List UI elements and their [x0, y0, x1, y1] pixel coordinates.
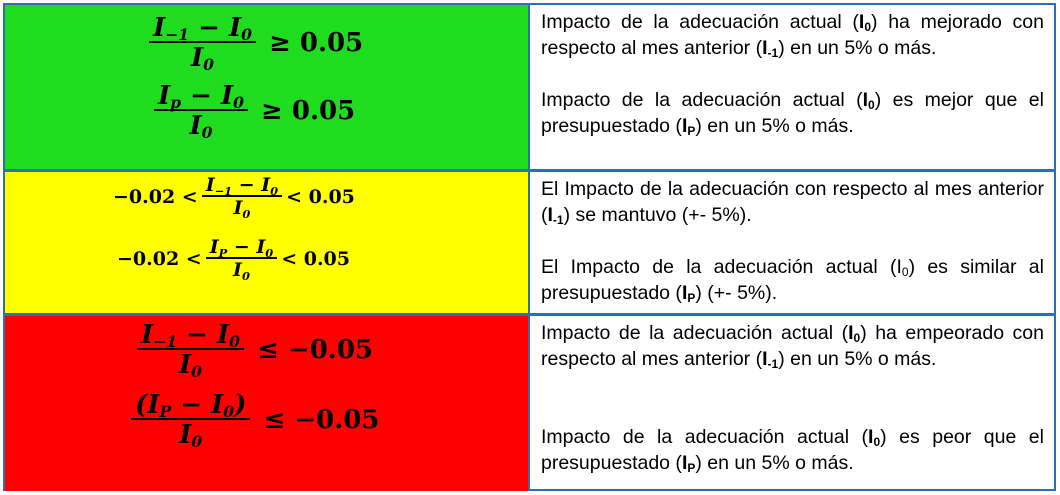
description-previous-month: Impacto de la adecuación actual (I0) ha … — [541, 11, 1044, 60]
formula-improved-vs-budget: Ip − I0 I0 ≥ 0.05 — [150, 83, 356, 140]
relation: ≥ 0.05 — [260, 28, 364, 58]
formula-cell-green: I−1 − I0 I0 ≥ 0.05 Ip − I0 I0 ≥ 0.05 — [5, 5, 530, 169]
formula-cell-yellow: −0.02 < I−1 − I0 I0 < 0.05 −0.02 < IP − … — [5, 172, 530, 313]
formula-stable-vs-previous: −0.02 < I−1 − I0 I0 < 0.05 — [113, 174, 355, 221]
description-budget: Impacto de la adecuación actual (I0) es … — [541, 89, 1044, 138]
description-cell: El Impacto de la adecuación con respecto… — [533, 172, 1054, 313]
table-row-worsened: I−1 − I0 I0 ≤ −0.05 (IP − I0) I0 ≤ −0.05… — [5, 316, 1054, 491]
fraction: I−1 − I0 I0 — [201, 176, 283, 220]
fraction: I−1 − I0 I0 — [149, 15, 257, 72]
description-previous-month: Impacto de la adecuación actual (I0) ha … — [541, 322, 1044, 371]
relation: ≤ −0.05 — [254, 405, 380, 435]
description-budget: El Impacto de la adecuación actual (I0) … — [541, 256, 1044, 305]
description-budget: Impacto de la adecuación actual (I0) es … — [541, 426, 1044, 475]
description-cell: Impacto de la adecuación actual (I0) ha … — [533, 316, 1054, 491]
formula-worsened-vs-previous: I−1 − I0 I0 ≤ −0.05 — [133, 322, 374, 379]
formula-worsened-vs-budget: (IP − I0) I0 ≤ −0.05 — [127, 392, 380, 449]
fraction: I−1 − I0 I0 — [137, 322, 245, 379]
relation: ≥ 0.05 — [252, 96, 356, 126]
table-row-stable: −0.02 < I−1 − I0 I0 < 0.05 −0.02 < IP − … — [5, 172, 1054, 313]
description-cell: Impacto de la adecuación actual (I0) ha … — [533, 5, 1054, 169]
fraction: (IP − I0) I0 — [131, 392, 251, 449]
fraction: Ip − I0 I0 — [154, 83, 248, 140]
table-row-improved: I−1 − I0 I0 ≥ 0.05 Ip − I0 I0 ≥ 0.05 Imp… — [5, 5, 1054, 169]
formula-stable-vs-budget: −0.02 < IP − I0 I0 < 0.05 — [117, 236, 350, 283]
formula-cell-red: I−1 − I0 I0 ≤ −0.05 (IP − I0) I0 ≤ −0.05 — [5, 316, 530, 491]
description-previous-month: El Impacto de la adecuación con respecto… — [541, 178, 1044, 227]
formula-improved-vs-previous: I−1 − I0 I0 ≥ 0.05 — [145, 15, 364, 72]
relation: ≤ −0.05 — [248, 335, 374, 365]
criteria-table: I−1 − I0 I0 ≥ 0.05 Ip − I0 I0 ≥ 0.05 Imp… — [3, 3, 1056, 491]
fraction: IP − I0 I0 — [205, 238, 278, 282]
